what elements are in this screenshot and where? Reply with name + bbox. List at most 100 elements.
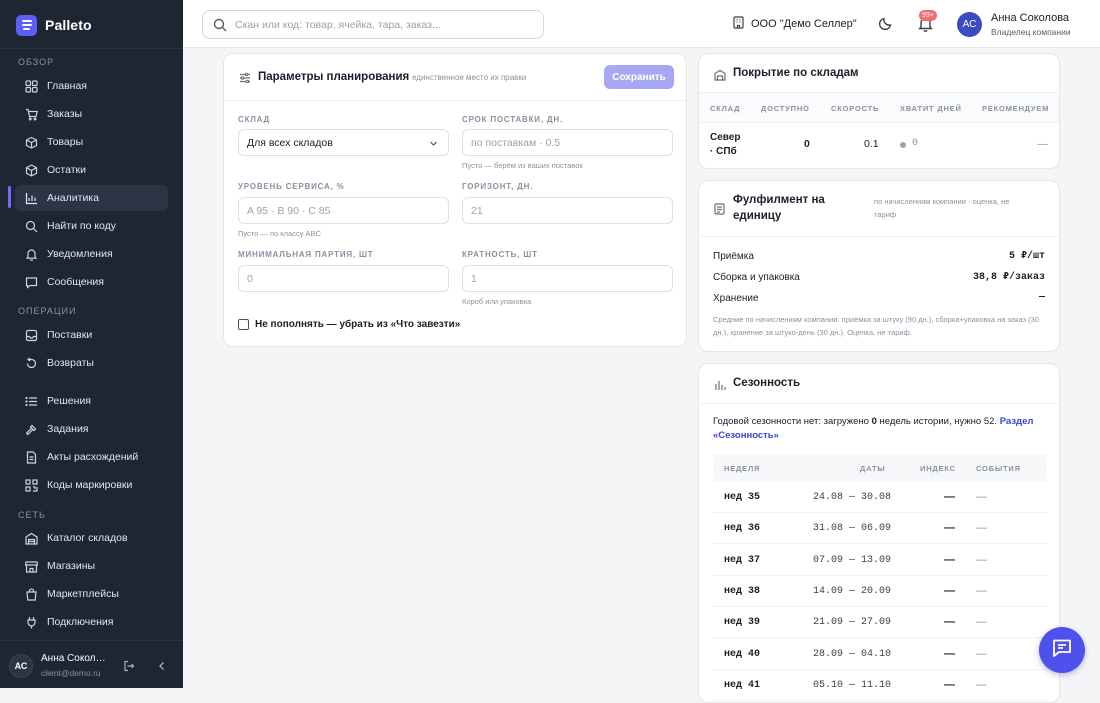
sidebar-item-analytics[interactable]: Аналитика: [15, 185, 168, 211]
cube-icon: [24, 163, 38, 177]
sidebar-item-supplies[interactable]: Поставки: [15, 322, 168, 348]
card-header: Сезонность: [699, 364, 1059, 404]
do-not-replenish-checkbox[interactable]: [238, 319, 249, 330]
card-note-line2: тариф: [874, 210, 897, 219]
theme-toggle-icon[interactable]: [878, 16, 893, 36]
row-available: 0: [804, 138, 810, 150]
row-days: 0: [912, 138, 919, 149]
dates-cell: 05.10 — 11.10: [813, 679, 892, 691]
sidebar-item-orders[interactable]: Заказы: [15, 101, 168, 127]
sidebar-item-label: Решения: [47, 395, 91, 407]
sidebar-item-stock[interactable]: Остатки: [15, 157, 168, 183]
field-label-lead-time: СРОК ПОСТАВКИ, ДН.: [462, 115, 564, 124]
col-header-week: НЕДЕЛЯ: [724, 464, 761, 473]
save-button[interactable]: Сохранить: [604, 65, 674, 89]
cost-row-label: Приёмка: [713, 251, 754, 262]
index-cell: —: [944, 678, 955, 691]
sidebar-item-label: Остатки: [47, 164, 86, 176]
chat-icon: [1051, 637, 1073, 664]
sidebar-item-label: Магазины: [47, 560, 96, 572]
section-label-overview: ОБЗОР: [18, 57, 55, 67]
bars-chart-icon: [714, 378, 726, 396]
chart-icon: [24, 191, 38, 205]
min-batch-input[interactable]: 0: [238, 265, 449, 292]
sidebar-item-stores[interactable]: Магазины: [15, 553, 168, 579]
horizon-placeholder: 21: [471, 204, 483, 217]
col-header-dates: ДАТЫ: [860, 464, 886, 473]
app-logo[interactable]: Palleto: [16, 13, 92, 37]
inbox-icon: [24, 328, 38, 342]
week-cell: нед 38: [724, 585, 761, 597]
store-icon: [24, 559, 38, 573]
sidebar-item-returns[interactable]: Возвраты: [15, 350, 168, 376]
building-icon: [732, 16, 745, 32]
dates-cell: 31.08 — 06.09: [813, 523, 892, 535]
avatar[interactable]: АС: [957, 12, 982, 37]
do-not-replenish-label[interactable]: Не пополнять — убрать из «Что завезти»: [255, 319, 460, 330]
card-title-line2: единицу: [733, 210, 782, 222]
grid-icon: [24, 79, 38, 93]
org-switcher[interactable]: ООО "Демо Селлер": [732, 16, 857, 32]
service-level-input[interactable]: A 95 · B 90 · C 85: [238, 197, 449, 224]
sidebar-item-connections[interactable]: Подключения: [15, 609, 168, 635]
fulfillment-footnote: Средние по начислениям компании: приёмка…: [713, 315, 1039, 337]
search-icon: [213, 18, 227, 32]
collapse-sidebar-icon[interactable]: [155, 659, 169, 673]
section-label-network: СЕТЬ: [18, 510, 46, 520]
search-input[interactable]: [235, 18, 525, 31]
row-speed: 0.1: [864, 138, 879, 150]
avatar[interactable]: АС: [9, 654, 33, 678]
index-cell: —: [944, 616, 955, 629]
sidebar-item-find-by-code[interactable]: Найти по коду: [15, 213, 168, 239]
chat-button[interactable]: [1039, 627, 1085, 673]
bell-icon: [24, 247, 38, 261]
sidebar-item-label: Коды маркировки: [47, 479, 133, 491]
sidebar-item-marking-codes[interactable]: Коды маркировки: [15, 472, 168, 498]
plug-icon: [24, 615, 38, 629]
card-title: Сезонность: [733, 377, 801, 389]
card-title: Параметры планирования: [258, 71, 410, 83]
multiplicity-input[interactable]: 1: [462, 265, 673, 292]
global-search[interactable]: [202, 10, 544, 39]
week-cell: нед 39: [724, 617, 761, 629]
logout-icon[interactable]: [122, 659, 136, 673]
sidebar-item-messages[interactable]: Сообщения: [15, 269, 168, 295]
col-header-events: СОБЫТИЯ: [976, 464, 1021, 473]
field-label-horizon: ГОРИЗОНТ, ДН.: [462, 182, 534, 191]
box-icon: [24, 135, 38, 149]
sidebar-item-marketplaces[interactable]: Маркетплейсы: [15, 581, 168, 607]
sidebar-item-tasks[interactable]: Задания: [15, 416, 168, 442]
events-cell: —: [976, 616, 987, 629]
card-subtitle: единственное место их правки: [412, 73, 527, 82]
horizon-input[interactable]: 21: [462, 197, 673, 224]
lead-time-input[interactable]: по поставкам · 0.5: [462, 129, 673, 156]
user-email: client@demo.ru: [41, 668, 101, 678]
sidebar-item-warehouse-catalog[interactable]: Каталог складов: [15, 525, 168, 551]
cost-row-label: Сборка и упаковка: [713, 272, 800, 283]
card-title-line1: Фулфилмент на: [733, 194, 825, 206]
multiplicity-placeholder: 1: [471, 272, 477, 285]
week-cell: нед 40: [724, 648, 761, 660]
index-cell: —: [944, 522, 955, 535]
user-name: Анна Соколова: [41, 653, 111, 664]
sidebar-item-discrepancy-acts[interactable]: Акты расхождений: [15, 444, 168, 470]
cost-row-value: —: [1038, 292, 1045, 303]
status-dot: [900, 142, 906, 148]
warehouse-select[interactable]: Для всех складов: [238, 129, 449, 156]
notifications-badge: 99+: [919, 10, 937, 21]
user-name[interactable]: Анна Соколова: [991, 12, 1069, 24]
dates-cell: 14.09 — 20.09: [813, 585, 892, 597]
sidebar: Palleto ОБЗОР ОПЕРАЦИИ СЕТЬ Главная Зака…: [0, 0, 183, 688]
warehouse-coverage-card: Покрытие по складам СКЛАД ДОСТУПНО СКОРО…: [698, 53, 1060, 169]
sidebar-item-decisions[interactable]: Решения: [15, 388, 168, 414]
row-warehouse-line1: Север: [710, 132, 741, 143]
lead-time-hint: Пусто — берём из ваших поставок: [462, 161, 583, 170]
sidebar-item-home[interactable]: Главная: [15, 73, 168, 99]
qr-icon: [24, 478, 38, 492]
events-cell: —: [976, 553, 987, 566]
sidebar-item-notifications[interactable]: Уведомления: [15, 241, 168, 267]
sidebar-item-products[interactable]: Товары: [15, 129, 168, 155]
cost-row-value: 38,8 ₽/заказ: [972, 272, 1045, 283]
weeks-loaded: 0: [871, 416, 877, 427]
message-text: недель истории, нужно 52.: [879, 416, 998, 427]
